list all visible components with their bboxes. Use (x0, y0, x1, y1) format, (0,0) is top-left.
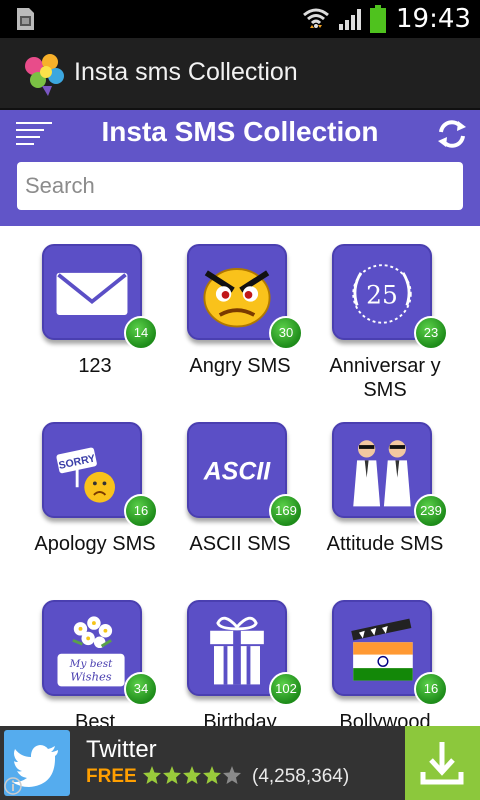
category-label: Anniversar y SMS (329, 355, 441, 401)
count-badge: 34 (124, 672, 158, 706)
rating-count: (4,258,364) (252, 766, 350, 787)
header-title: Insta SMS Collection (101, 116, 379, 147)
ad-app-name: Twitter (86, 736, 157, 763)
app-logo-icon[interactable] (22, 52, 66, 98)
svg-text:ASCII: ASCII (203, 458, 272, 486)
count-badge: 23 (414, 316, 448, 350)
svg-text:My best: My best (69, 658, 113, 670)
ad-banner[interactable]: Twitter FREE (4,258,364) (0, 726, 480, 800)
category-label: Angry SMS (189, 355, 291, 377)
svg-text:Wishes: Wishes (70, 670, 111, 684)
category-grid: 14 123 30 Angry SMS 25 23 Anniversar y S… (0, 226, 480, 726)
rating-stars-icon (143, 766, 241, 784)
category-label: Attitude SMS (326, 533, 444, 555)
screen: 19:43 Insta sms Collection Insta SMS Col… (0, 0, 480, 800)
category-label: Bollywood (339, 711, 431, 726)
refresh-icon[interactable] (436, 118, 468, 150)
download-icon (420, 742, 464, 785)
count-badge: 102 (269, 672, 303, 706)
category-label: Apology SMS (34, 533, 156, 555)
category-label: Birthday (203, 711, 277, 726)
ad-price: FREE (86, 766, 137, 787)
search-input[interactable] (17, 162, 463, 210)
count-badge: 14 (124, 316, 158, 350)
count-badge: 169 (269, 494, 303, 528)
count-badge: 239 (414, 494, 448, 528)
ad-info-icon[interactable] (3, 776, 23, 796)
app-title: Insta sms Collection (74, 58, 298, 86)
sim-card-icon (17, 8, 34, 30)
header-panel: Insta SMS Collection (0, 110, 480, 226)
app-action-bar: Insta sms Collection (0, 38, 480, 110)
category-label: Best (74, 711, 116, 726)
svg-text:25: 25 (366, 281, 398, 310)
count-badge: 16 (124, 494, 158, 528)
install-button[interactable] (405, 726, 480, 800)
count-badge: 30 (269, 316, 303, 350)
signal-icon (339, 9, 361, 30)
category-label: ASCII SMS (189, 533, 291, 555)
status-time: 19:43 (396, 4, 471, 34)
wifi-icon (303, 8, 329, 28)
count-badge: 16 (414, 672, 448, 706)
category-label: 123 (78, 355, 112, 377)
status-bar: 19:43 (0, 0, 480, 38)
battery-icon (370, 5, 386, 33)
